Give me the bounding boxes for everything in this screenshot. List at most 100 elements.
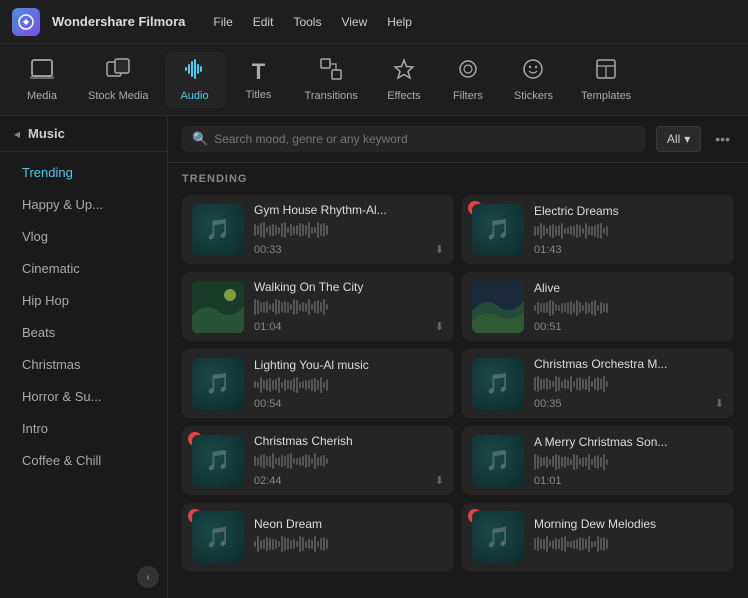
music-card-electric[interactable]: ♥ 🎵 Electric Dreams 01:43 bbox=[462, 195, 734, 264]
music-title-walking: Walking On The City bbox=[254, 280, 444, 294]
music-thumbnail-alive bbox=[472, 281, 524, 333]
chevron-down-icon: ▾ bbox=[684, 132, 690, 146]
music-thumbnail-lighting: 🎵 bbox=[192, 358, 244, 410]
music-card-morning[interactable]: ♥ 🎵 Morning Dew Melodies bbox=[462, 503, 734, 571]
music-thumbnail-cherish: 🎵 bbox=[192, 435, 244, 487]
menu-bar: File Edit Tools View Help bbox=[205, 11, 420, 33]
toolbar-media-label: Media bbox=[27, 90, 57, 102]
sidebar-item-beats[interactable]: Beats bbox=[4, 317, 163, 348]
menu-file[interactable]: File bbox=[205, 11, 240, 33]
music-thumbnail-neon: 🎵 bbox=[192, 511, 244, 563]
music-card-merry[interactable]: 🎵 A Merry Christmas Son... 01:01 bbox=[462, 426, 734, 495]
app-logo bbox=[12, 8, 40, 36]
music-thumbnail-gym: 🎵 bbox=[192, 204, 244, 256]
waveform-christmas-o bbox=[534, 375, 724, 393]
toolbar-titles[interactable]: T Titles bbox=[229, 53, 289, 107]
download-icon-christmas-o[interactable]: ⬇ bbox=[715, 397, 724, 410]
search-input[interactable] bbox=[214, 132, 636, 146]
waveform-alive bbox=[534, 299, 724, 317]
sidebar-header: ◂ Music bbox=[0, 116, 167, 152]
more-options-button[interactable]: ••• bbox=[711, 127, 734, 151]
sidebar-item-trending[interactable]: Trending bbox=[4, 157, 163, 188]
music-info-electric: Electric Dreams 01:43 bbox=[534, 204, 724, 256]
download-icon-cherish[interactable]: ⬇ bbox=[435, 474, 444, 487]
music-title-alive: Alive bbox=[534, 281, 724, 295]
music-info-christmas-o: Christmas Orchestra M... 00:35 ⬇ bbox=[534, 357, 724, 410]
music-card-gym[interactable]: 🎵 Gym House Rhythm-Al... 00:33 ⬇ bbox=[182, 195, 454, 264]
music-title-christmas-o: Christmas Orchestra M... bbox=[534, 357, 724, 371]
music-duration-merry: 01:01 bbox=[534, 475, 562, 487]
sidebar-item-christmas[interactable]: Christmas bbox=[4, 349, 163, 380]
toolbar-stickers[interactable]: Stickers bbox=[502, 52, 565, 108]
music-info-gym: Gym House Rhythm-Al... 00:33 ⬇ bbox=[254, 203, 444, 256]
toolbar-stock-label: Stock Media bbox=[88, 90, 149, 102]
toolbar-stock[interactable]: Stock Media bbox=[76, 52, 161, 108]
toolbar-filters[interactable]: Filters bbox=[438, 52, 498, 108]
menu-edit[interactable]: Edit bbox=[245, 11, 282, 33]
download-icon-walking[interactable]: ⬇ bbox=[435, 320, 444, 333]
search-bar[interactable]: 🔍 bbox=[182, 126, 646, 152]
menu-view[interactable]: View bbox=[333, 11, 375, 33]
music-info-cherish: Christmas Cherish 02:44 ⬇ bbox=[254, 434, 444, 487]
sidebar-item-happy[interactable]: Happy & Up... bbox=[4, 189, 163, 220]
music-card-alive[interactable]: Alive 00:51 bbox=[462, 272, 734, 341]
waveform-morning bbox=[534, 535, 724, 553]
titles-icon: T bbox=[252, 59, 265, 85]
media-icon bbox=[30, 58, 54, 86]
transitions-icon bbox=[320, 58, 342, 86]
music-note-icon: 🎵 bbox=[486, 217, 511, 242]
toolbar-filters-label: Filters bbox=[453, 90, 483, 102]
toolbar-audio-label: Audio bbox=[180, 90, 208, 102]
music-note-icon: 🎵 bbox=[486, 525, 511, 550]
music-meta-merry: 01:01 bbox=[534, 475, 724, 487]
music-duration-gym: 00:33 bbox=[254, 244, 282, 256]
music-card-christmas-o[interactable]: 🎵 Christmas Orchestra M... 00:35 ⬇ bbox=[462, 349, 734, 418]
music-info-merry: A Merry Christmas Son... 01:01 bbox=[534, 435, 724, 487]
waveform-merry bbox=[534, 453, 724, 471]
content-header: 🔍 All ▾ ••• bbox=[168, 116, 748, 163]
filter-button[interactable]: All ▾ bbox=[656, 126, 701, 152]
sidebar-item-hiphop[interactable]: Hip Hop bbox=[4, 285, 163, 316]
sidebar-item-vlog[interactable]: Vlog bbox=[4, 221, 163, 252]
toolbar-audio[interactable]: Audio bbox=[165, 52, 225, 108]
menu-tools[interactable]: Tools bbox=[285, 11, 329, 33]
music-note-icon: 🎵 bbox=[206, 217, 231, 242]
toolbar-templates-label: Templates bbox=[581, 90, 631, 102]
sidebar-title: Music bbox=[28, 126, 65, 141]
music-info-walking: Walking On The City 01:04 ⬇ bbox=[254, 280, 444, 333]
waveform-gym bbox=[254, 221, 444, 239]
toolbar-media[interactable]: Media bbox=[12, 52, 72, 108]
music-info-alive: Alive 00:51 bbox=[534, 281, 724, 333]
waveform-cherish bbox=[254, 452, 444, 470]
music-duration-electric: 01:43 bbox=[534, 244, 562, 256]
music-card-neon[interactable]: ♥ 🎵 Neon Dream bbox=[182, 503, 454, 571]
toolbar-titles-label: Titles bbox=[246, 89, 272, 101]
main-layout: ◂ Music Trending Happy & Up... Vlog Cine… bbox=[0, 116, 748, 598]
music-title-gym: Gym House Rhythm-Al... bbox=[254, 203, 444, 217]
music-thumbnail-morning: 🎵 bbox=[472, 511, 524, 563]
music-thumbnail-walking bbox=[192, 281, 244, 333]
sidebar-item-cinematic[interactable]: Cinematic bbox=[4, 253, 163, 284]
stock-icon bbox=[106, 58, 130, 86]
music-note-icon: 🎵 bbox=[486, 371, 511, 396]
music-meta-electric: 01:43 bbox=[534, 244, 724, 256]
collapse-icon: ◂ bbox=[14, 127, 20, 141]
music-meta-christmas-o: 00:35 ⬇ bbox=[534, 397, 724, 410]
music-info-lighting: Lighting You-Al music 00:54 bbox=[254, 358, 444, 410]
toolbar-transitions[interactable]: Transitions bbox=[293, 52, 370, 108]
music-card-walking[interactable]: Walking On The City 01:04 ⬇ bbox=[182, 272, 454, 341]
download-icon-gym[interactable]: ⬇ bbox=[435, 243, 444, 256]
toolbar-effects[interactable]: Effects bbox=[374, 52, 434, 108]
toolbar-stickers-label: Stickers bbox=[514, 90, 553, 102]
music-card-lighting[interactable]: 🎵 Lighting You-Al music 00:54 bbox=[182, 349, 454, 418]
sidebar-collapse-button[interactable]: ‹ bbox=[137, 566, 159, 588]
music-duration-lighting: 00:54 bbox=[254, 398, 282, 410]
music-info-morning: Morning Dew Melodies bbox=[534, 517, 724, 557]
music-card-cherish[interactable]: ♥ 🎵 Christmas Cherish 02:44 ⬇ bbox=[182, 426, 454, 495]
sidebar-item-horror[interactable]: Horror & Su... bbox=[4, 381, 163, 412]
music-meta-gym: 00:33 ⬇ bbox=[254, 243, 444, 256]
menu-help[interactable]: Help bbox=[379, 11, 420, 33]
sidebar-item-intro[interactable]: Intro bbox=[4, 413, 163, 444]
toolbar-templates[interactable]: Templates bbox=[569, 52, 643, 108]
sidebar-item-coffee[interactable]: Coffee & Chill bbox=[4, 445, 163, 476]
